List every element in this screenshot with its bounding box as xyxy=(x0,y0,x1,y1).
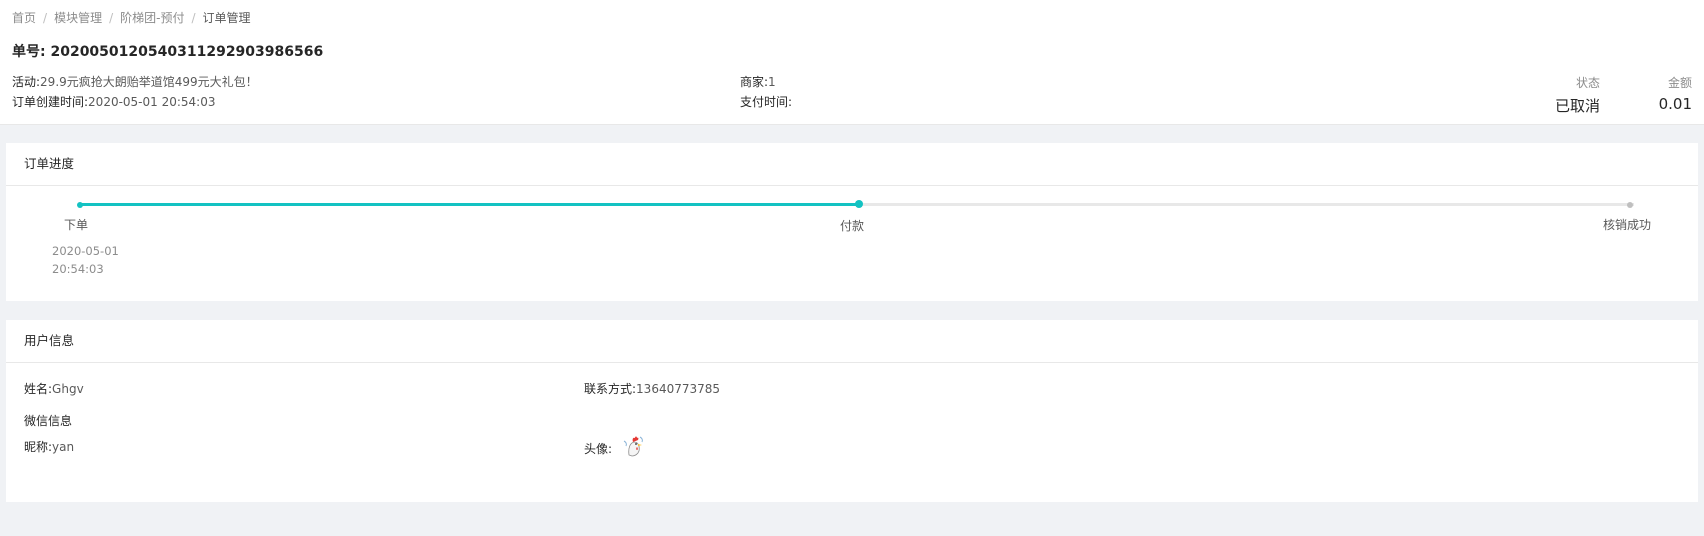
breadcrumb-ladder-group[interactable]: 阶梯团-预付 xyxy=(120,11,184,25)
step-dot-order xyxy=(77,202,83,208)
user-info-title: 用户信息 xyxy=(6,320,1698,363)
rooster-avatar-icon[interactable] xyxy=(620,433,646,459)
nickname-label: 昵称: xyxy=(24,440,53,454)
page-header: 首页 / 模块管理 / 阶梯团-预付 / 订单管理 单号: 2020050120540311… xyxy=(0,0,1704,125)
status-label: 状态 xyxy=(1575,76,1600,90)
breadcrumb-home[interactable]: 首页 xyxy=(12,11,36,25)
avatar-label: 头像: xyxy=(584,442,613,456)
amount-value: 0.01 xyxy=(1658,95,1692,113)
order-number-title: 单号: 20200501205403112929039865​66 xyxy=(12,44,324,60)
name-label: 姓名: xyxy=(24,382,53,396)
paid-time-label: 支付时间: xyxy=(740,95,793,109)
created-time-value: 2020-05-01 20:54:03 xyxy=(88,95,216,109)
merchant-value: 1 xyxy=(768,75,776,89)
amount-stat: 金额 0.01 xyxy=(1659,74,1692,113)
step-label-order: 下单 xyxy=(64,218,89,232)
step-clock: 20:54:03 xyxy=(52,262,104,276)
nickname-field: 昵称:yan xyxy=(24,438,74,455)
merchant-field: 商家:1 xyxy=(740,73,776,90)
name-value: Ghgv xyxy=(52,382,84,396)
step-dot-verified xyxy=(1627,202,1633,208)
breadcrumb: 首页 / 模块管理 / 阶梯团-预付 / 订单管理 xyxy=(12,11,251,25)
status-value: 已取消 xyxy=(1554,97,1600,115)
step-label-payment: 付款 xyxy=(840,219,865,233)
amount-label: 金额 xyxy=(1667,76,1692,90)
wechat-info-title: 微信信息 xyxy=(24,414,73,428)
created-time-field: 订单创建时间:2020-05-01 20:54:03 xyxy=(12,93,216,110)
contact-field: 联系方式:13640773785 xyxy=(584,380,720,397)
created-time-label: 订单创建时间: xyxy=(12,95,89,109)
status-stat: 状态 已取消 xyxy=(1555,74,1600,116)
name-field: 姓名:Ghgv xyxy=(24,380,84,397)
breadcrumb-module[interactable]: 模块管理 xyxy=(54,11,102,25)
nickname-value: yan xyxy=(52,440,75,454)
order-progress-card: 订单进度 下单 付款 核销成功 2020-05-01 20:54:03 xyxy=(6,143,1698,301)
step-time-order: 2020-05-01 20:54:03 xyxy=(52,242,119,278)
activity-label: 活动: xyxy=(12,75,41,89)
progress-track-done xyxy=(80,203,860,206)
paid-time-field: 支付时间: xyxy=(740,93,792,110)
contact-value: 13640773785 xyxy=(636,382,721,396)
activity-value: 29.9元疯抢大朗贻举道馆499元大礼包！ xyxy=(40,75,258,89)
step-dot-payment xyxy=(855,200,863,208)
merchant-label: 商家: xyxy=(740,75,769,89)
activity-field: 活动:29.9元疯抢大朗贻举道馆499元大礼包！ xyxy=(12,73,258,90)
step-date: 2020-05-01 xyxy=(52,244,119,258)
contact-label: 联系方式: xyxy=(584,382,637,396)
step-label-verified: 核销成功 xyxy=(1603,218,1652,232)
user-info-card: 用户信息 姓名:Ghgv 联系方式:13640773785 微信信息 昵称:ya… xyxy=(6,320,1698,502)
progress-track-pending xyxy=(860,203,1634,206)
breadcrumb-current: 订单管理 xyxy=(202,11,251,25)
order-progress-title: 订单进度 xyxy=(6,143,1698,186)
